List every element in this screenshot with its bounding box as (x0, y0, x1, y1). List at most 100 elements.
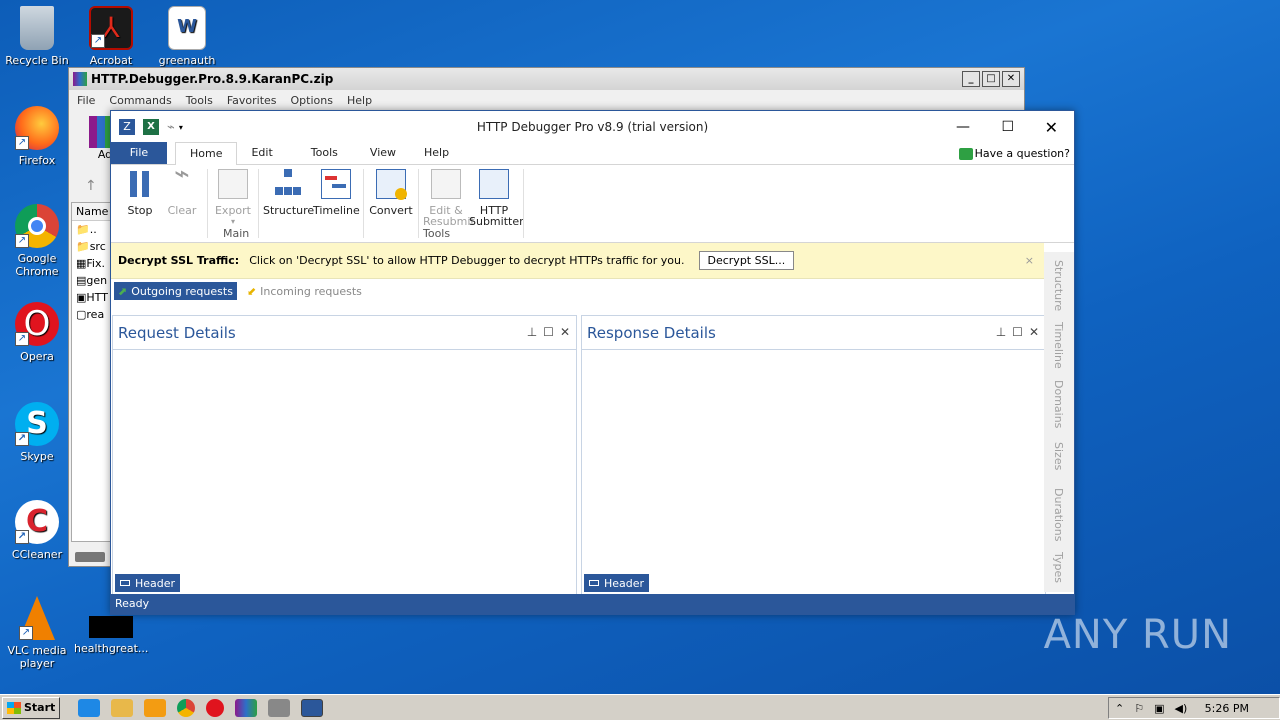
close-pane-icon[interactable]: ✕ (560, 325, 570, 339)
winrar-menubar: File Commands Tools Favorites Options He… (69, 90, 1024, 110)
list-item[interactable]: ▦Fix. (72, 255, 110, 272)
menu-commands[interactable]: Commands (109, 94, 171, 107)
vlc-icon: ↗ (19, 596, 55, 640)
list-item[interactable]: ▤gen (72, 272, 110, 289)
media-player-taskbar-icon[interactable] (144, 698, 167, 717)
side-tab-structure[interactable]: Structure (1052, 260, 1065, 311)
have-question-link[interactable]: Have a question? (958, 147, 1070, 160)
windows-logo-icon (7, 701, 21, 714)
name-column-header[interactable]: Name (72, 203, 110, 221)
desktop-icon-opera[interactable]: O ↗ Opera (0, 302, 74, 363)
desktop-icon-greenauth[interactable]: Wgreenauth (150, 6, 224, 67)
tab-outgoing-requests[interactable]: ⬈ Outgoing requests (114, 282, 237, 300)
desktop-icon-chrome[interactable]: ↗ Google Chrome (0, 204, 74, 278)
structure-button[interactable]: Structure (263, 165, 314, 242)
status-bar: Ready (111, 594, 1074, 614)
response-details-pane: Response Details ⊥ ☐ ✕ Header (581, 315, 1046, 595)
opera-icon: O ↗ (15, 302, 59, 346)
close-pane-icon[interactable]: ✕ (1029, 325, 1039, 339)
show-hidden-icons[interactable]: ⌃ (1115, 702, 1124, 715)
side-tab-sizes[interactable]: Sizes (1052, 442, 1065, 470)
app-title: HTTP Debugger Pro v8.9 (trial version) (476, 120, 709, 134)
side-tab-types[interactable]: Types (1052, 552, 1065, 583)
maximize-button[interactable]: □ (982, 71, 1000, 87)
convert-button[interactable]: Convert (368, 165, 414, 242)
tab-tools[interactable]: Tools (297, 142, 352, 164)
tab-incoming-requests[interactable]: ⬋ Incoming requests (243, 282, 366, 300)
recycle-bin-icon (20, 6, 54, 50)
system-tray: ⌃ ⚐ ▣ ◀) 5:26 PM (1108, 697, 1280, 719)
list-item[interactable]: 📁src (72, 238, 110, 255)
word-doc-icon: W (168, 6, 206, 50)
response-header-button[interactable]: Header (584, 574, 650, 592)
menu-file[interactable]: File (77, 94, 95, 107)
http-submitter-button[interactable]: HTTP Submitter (469, 165, 524, 242)
tab-view[interactable]: View (356, 142, 410, 164)
file-list: Name 📁.. 📁src ▦Fix. ▤gen ▣HTT ▢rea (71, 202, 111, 542)
list-item[interactable]: 📁.. (72, 221, 110, 238)
response-details-title: Response Details (587, 323, 716, 342)
convert-icon (376, 169, 407, 200)
maximize-pane-icon[interactable]: ☐ (1012, 325, 1023, 339)
winrar-taskbar-icon[interactable] (235, 698, 258, 717)
decrypt-ssl-button[interactable]: Decrypt SSL... (698, 251, 795, 270)
close-button[interactable]: ✕ (1045, 118, 1058, 137)
pin-icon[interactable]: ⊥ (996, 325, 1006, 339)
tab-help[interactable]: Help (410, 142, 463, 164)
up-arrow-icon[interactable]: ↑ (85, 178, 97, 194)
stop-button[interactable]: Stop (119, 165, 161, 242)
opera-taskbar-icon[interactable] (206, 698, 225, 717)
tab-file[interactable]: File (111, 142, 167, 164)
desktop-icon-ccleaner[interactable]: C ↗ CCleaner (0, 500, 74, 561)
start-button[interactable]: Start (2, 696, 61, 719)
ribbon: Stop ⌁ Clear Export ▾ Structure Timeline C… (111, 161, 1074, 243)
minimize-button[interactable]: _ (962, 71, 980, 87)
desktop-icon-recycle-bin[interactable]: Recycle Bin (0, 6, 74, 67)
desktop-icon-healthgreat[interactable]: healthgreat... (74, 616, 148, 655)
clear-button[interactable]: ⌁ Clear (161, 161, 203, 242)
flag-icon[interactable]: ⚐ (1134, 702, 1144, 715)
winrar-titlebar[interactable]: HTTP.Debugger.Pro.8.9.KaranPC.zip _ □ ✕ (69, 68, 1024, 90)
close-button[interactable]: ✕ (1002, 71, 1020, 87)
timeline-icon (321, 169, 351, 199)
anyrun-watermark: ANY RUN (1043, 612, 1232, 658)
http-submitter-icon (479, 169, 509, 199)
clock[interactable]: 5:26 PM (1205, 702, 1249, 715)
network-icon[interactable]: ▣ (1154, 702, 1164, 715)
chrome-taskbar-icon[interactable] (177, 698, 196, 717)
desktop-icon-skype[interactable]: S ↗ Skype (0, 402, 74, 463)
list-item[interactable]: ▣HTT (72, 289, 110, 306)
menu-tools[interactable]: Tools (186, 94, 213, 107)
ssl-label: Decrypt SSL Traffic: (118, 254, 240, 267)
minimize-button[interactable]: — (956, 119, 970, 135)
timeline-button[interactable]: Timeline (313, 165, 360, 242)
http-debugger-taskbar-icon[interactable] (301, 698, 324, 717)
menu-help[interactable]: Help (347, 94, 372, 107)
ie-taskbar-icon[interactable] (78, 698, 101, 717)
menu-favorites[interactable]: Favorites (227, 94, 277, 107)
side-tab-timeline[interactable]: Timeline (1052, 322, 1065, 369)
menu-options[interactable]: Options (291, 94, 333, 107)
side-tab-durations[interactable]: Durations (1052, 488, 1065, 542)
ssl-text: Click on 'Decrypt SSL' to allow HTTP Deb… (249, 254, 685, 267)
list-item[interactable]: ▢rea (72, 306, 110, 323)
http-debugger-window[interactable]: Z X ⌁ ▾ HTTP Debugger Pro v8.9 (trial ve… (110, 110, 1075, 615)
ssl-close-icon[interactable]: × (1025, 254, 1034, 267)
request-header-button[interactable]: Header (115, 574, 181, 592)
file-icon (89, 616, 133, 638)
maximize-button[interactable]: ☐ (1001, 119, 1014, 135)
request-details-pane: Request Details ⊥ ☐ ✕ Header (112, 315, 577, 595)
maximize-pane-icon[interactable]: ☐ (543, 325, 554, 339)
volume-icon[interactable]: ◀) (1175, 702, 1188, 715)
pin-icon[interactable]: ⊥ (527, 325, 537, 339)
desktop-icon-vlc[interactable]: ↗ VLC media player (0, 596, 74, 670)
app-titlebar[interactable]: Z X ⌁ ▾ HTTP Debugger Pro v8.9 (trial ve… (111, 111, 1074, 143)
header-icon (120, 580, 130, 586)
desktop-icon-firefox[interactable]: ↗ Firefox (0, 106, 74, 167)
chat-icon (958, 147, 973, 160)
app-taskbar-icon[interactable] (268, 698, 291, 717)
desktop-icon-acrobat[interactable]: ⅄ ↗ Acrobat (74, 6, 148, 67)
tab-edit[interactable]: Edit (237, 142, 286, 164)
side-tab-domains[interactable]: Domains (1052, 380, 1065, 428)
explorer-taskbar-icon[interactable] (111, 698, 134, 717)
